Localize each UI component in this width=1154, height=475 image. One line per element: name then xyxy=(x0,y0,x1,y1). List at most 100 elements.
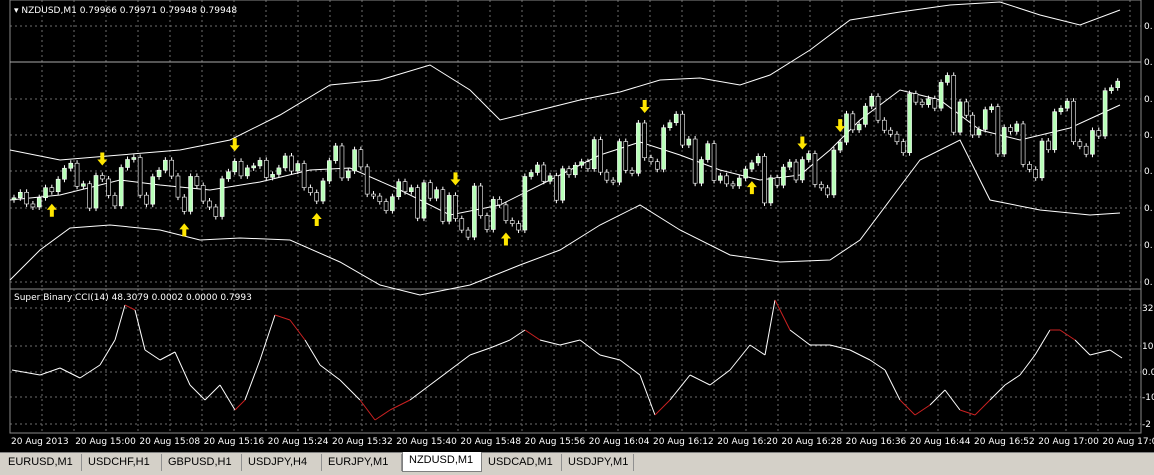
bear-candle xyxy=(642,122,647,159)
menu-arrow-icon[interactable]: ▾ xyxy=(14,6,19,16)
bear-candle xyxy=(680,113,685,146)
bear-candle xyxy=(623,141,629,171)
bull-candle xyxy=(863,105,868,125)
tab-usdchf-h1[interactable]: USDCHF,H1 xyxy=(82,454,162,471)
bollinger-bands xyxy=(9,1,1121,296)
bull-candle xyxy=(276,167,282,175)
cci-tick-label: -2 xyxy=(1142,420,1151,430)
bull-candle xyxy=(226,171,231,180)
symbol-title[interactable]: ▾ NZDUSD,M1 0.79966 0.79971 0.79948 0.79… xyxy=(14,6,237,17)
time-tick-label: 20 Aug 17:00 xyxy=(1038,437,1099,447)
cci-segment xyxy=(134,309,146,351)
cci-segment xyxy=(619,359,641,376)
bull-candle xyxy=(1014,123,1020,132)
bear-candle xyxy=(383,201,389,211)
bear-candle xyxy=(900,141,906,154)
bear-candle xyxy=(850,113,856,131)
bear-candle xyxy=(516,223,521,231)
bull-candle xyxy=(535,164,540,173)
cci-segment xyxy=(559,339,581,346)
cci-segment xyxy=(304,339,321,366)
bull-candle xyxy=(636,122,641,174)
time-tick-label: 20 Aug 16:52 xyxy=(974,437,1035,447)
time-tick-label: 20 Aug 15:24 xyxy=(268,437,329,447)
bull-candle xyxy=(446,195,452,222)
bull-candle xyxy=(667,122,673,128)
bull-candle xyxy=(528,172,534,177)
bull-candle xyxy=(837,141,843,151)
bull-candle xyxy=(150,176,156,205)
bear-candle xyxy=(730,183,736,187)
bear-candle xyxy=(289,155,294,172)
bull-candle xyxy=(806,153,811,160)
bear-candle xyxy=(509,220,515,224)
cci-segment xyxy=(59,367,81,379)
price-tick-label: 0. xyxy=(1144,131,1153,141)
bull-candle xyxy=(251,165,256,169)
bull-candle xyxy=(409,187,414,192)
cci-segment xyxy=(144,349,161,361)
bear-candle xyxy=(1046,140,1051,151)
bull-candle xyxy=(232,161,238,173)
bull-candle xyxy=(736,177,742,187)
bear-candle xyxy=(762,156,767,204)
bull-candle xyxy=(156,169,162,178)
bear-candle xyxy=(951,75,957,133)
tab-usdjpy-m1[interactable]: USDJPY,M1 xyxy=(562,454,634,471)
bear-candle xyxy=(1008,127,1013,132)
bear-candle xyxy=(711,143,717,181)
bear-candle xyxy=(263,160,269,178)
cci-segment xyxy=(914,404,931,416)
bull-candle xyxy=(957,101,963,133)
bull-candle xyxy=(617,141,622,183)
bear-candle xyxy=(106,178,111,196)
cci-segment xyxy=(729,344,751,371)
chart-tabs: EURUSD,M1 USDCHF,H1 GBPUSD,H1 USDJPY,H4 EURJ… xyxy=(0,452,1154,475)
cci-segment xyxy=(789,329,811,346)
tab-eurusd-m1[interactable]: EURUSD,M1 xyxy=(2,454,82,471)
bear-candle xyxy=(1071,100,1076,143)
cci-segment xyxy=(774,299,791,331)
cci-segment xyxy=(639,374,656,416)
bear-candle xyxy=(610,179,616,183)
bull-candle xyxy=(125,159,130,168)
bull-candle xyxy=(333,145,338,161)
cci-segment xyxy=(449,354,471,371)
tab-gbpusd-h1[interactable]: GBPUSD,H1 xyxy=(162,454,242,471)
bull-candle xyxy=(787,161,793,168)
bear-candle xyxy=(964,101,969,116)
lower-band xyxy=(9,139,1121,296)
cci-segment xyxy=(289,319,306,341)
cci-segment xyxy=(989,384,1006,401)
down-arrow-icon xyxy=(639,100,650,114)
bear-candle xyxy=(1027,163,1032,170)
chart-window[interactable]: 0. 0. 0. 0. 0. 0. 0. 0. 32 10 0.0 -10 -2 20 Aug 201… xyxy=(0,0,1154,452)
bear-candle xyxy=(137,157,143,196)
price-axis-border xyxy=(9,0,1142,434)
bear-candle xyxy=(364,166,370,195)
bull-candle xyxy=(749,162,755,170)
cci-segment xyxy=(849,349,871,361)
bull-candle xyxy=(1090,130,1095,155)
bull-candle xyxy=(472,185,477,238)
bear-candle xyxy=(339,145,345,179)
tab-usdcad-m1[interactable]: USDCAD,M1 xyxy=(482,454,562,471)
cci-segment xyxy=(409,384,431,401)
cci-segment xyxy=(1034,329,1051,356)
tab-eurjpy-m1[interactable]: EURJPY,M1 xyxy=(322,454,402,471)
bear-candle xyxy=(402,181,408,192)
cci-segment xyxy=(389,399,411,411)
bear-candle xyxy=(99,175,105,180)
bear-candle xyxy=(427,182,433,199)
candlesticks[interactable] xyxy=(11,72,1120,241)
cci-segment xyxy=(599,354,621,361)
tab-usdjpy-h4[interactable]: USDJPY,H4 xyxy=(242,454,322,471)
chart-canvas[interactable]: 0. 0. 0. 0. 0. 0. 0. 0. 32 10 0.0 -10 -2 20 Aug 201… xyxy=(0,0,1154,452)
bull-candle xyxy=(18,192,23,199)
cci-segment xyxy=(974,399,991,416)
bear-candle xyxy=(566,168,572,176)
bull-candle xyxy=(282,155,288,169)
bull-candle xyxy=(245,167,250,177)
cci-segment xyxy=(899,399,916,416)
tab-nzdusd-m1[interactable]: NZDUSD,M1 xyxy=(402,452,482,472)
